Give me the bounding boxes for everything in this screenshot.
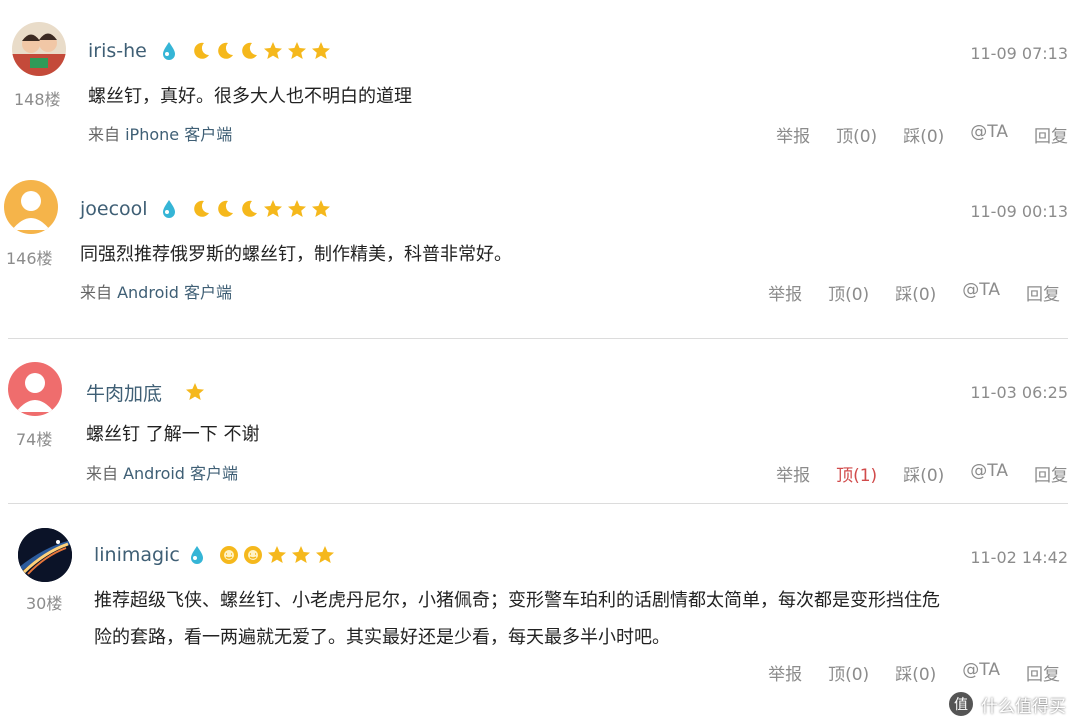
timestamp: 11-02 14:42 (970, 548, 1068, 567)
comment-actions: 举报 顶(0) 踩(0) @TA 回复 (742, 660, 1060, 685)
drop-badge-icon (186, 544, 208, 566)
user-badges (186, 544, 336, 566)
user-badges (158, 198, 332, 220)
device-link[interactable]: iPhone 客户端 (125, 125, 232, 144)
star-badge-icon (262, 40, 284, 62)
device-link[interactable]: Android 客户端 (123, 464, 238, 483)
timestamp: 11-09 07:13 (970, 44, 1068, 63)
avatar[interactable] (4, 180, 58, 234)
watermark-logo-icon: 值 (947, 690, 975, 718)
source-prefix: 来自 (86, 464, 124, 483)
username[interactable]: linimagic (94, 544, 180, 566)
avatar[interactable] (18, 528, 72, 582)
source-prefix: 来自 (80, 283, 118, 302)
comment-actions: 举报 顶(0) 踩(0) @TA 回复 (742, 280, 1060, 305)
floor-number: 148楼 (14, 90, 61, 109)
moon-badge-icon (214, 198, 236, 220)
reply-button[interactable]: 回复 (1026, 660, 1060, 685)
drop-badge-icon (158, 198, 180, 220)
downvote-button[interactable]: 踩(0) (903, 122, 944, 147)
reply-button[interactable]: 回复 (1034, 461, 1068, 486)
avatar-photo-icon (18, 528, 72, 582)
drop-badge-icon (158, 40, 180, 62)
default-user-icon (12, 191, 50, 230)
upvote-button[interactable]: 顶(1) (836, 461, 877, 486)
mention-button[interactable]: @TA (970, 122, 1008, 147)
timestamp: 11-09 00:13 (970, 202, 1068, 221)
source-device: 来自 Android 客户端 (86, 460, 238, 484)
comment-text: 同强烈推荐俄罗斯的螺丝钉，制作精美，科普非常好。 (80, 244, 512, 265)
avatar-photo-icon (12, 22, 66, 76)
star-badge-icon (290, 544, 312, 566)
comment-text: 推荐超级飞侠、螺丝钉、小老虎丹尼尔，小猪佩奇；变形警车珀利的话剧情都太简单，每次… (94, 582, 940, 656)
username[interactable]: joecool (80, 198, 148, 220)
avatar[interactable] (12, 22, 66, 76)
comment-text-line: 险的套路，看一两遍就无爱了。其实最好还是少看，每天最多半小时吧。 (94, 627, 670, 648)
comment-text: 螺丝钉，真好。很多大人也不明白的道理 (88, 86, 412, 107)
report-button[interactable]: 举报 (768, 660, 802, 685)
floor-number: 30楼 (26, 594, 63, 613)
upvote-button[interactable]: 顶(0) (836, 122, 877, 147)
site-watermark: 值 什么值得买 (947, 690, 1066, 718)
avatar[interactable] (8, 362, 62, 416)
watermark-text: 什么值得买 (981, 696, 1066, 717)
floor-number: 74楼 (16, 430, 53, 449)
user-badges (158, 40, 332, 62)
upvote-button[interactable]: 顶(0) (828, 280, 869, 305)
report-button[interactable]: 举报 (776, 122, 810, 147)
source-device: 来自 iPhone 客户端 (88, 121, 232, 145)
device-link[interactable]: Android 客户端 (117, 283, 232, 302)
comment-text: 螺丝钉 了解一下 不谢 (86, 424, 260, 445)
moon-badge-icon (190, 198, 212, 220)
mention-button[interactable]: @TA (962, 280, 1000, 305)
mention-button[interactable]: @TA (970, 461, 1008, 486)
sun-badge-icon (242, 544, 264, 566)
reply-button[interactable]: 回复 (1034, 122, 1068, 147)
user-badges (184, 381, 206, 403)
upvote-button[interactable]: 顶(0) (828, 660, 869, 685)
star-badge-icon (184, 381, 206, 403)
moon-badge-icon (238, 198, 260, 220)
sun-badge-icon (218, 544, 240, 566)
moon-badge-icon (190, 40, 212, 62)
source-device: 来自 Android 客户端 (80, 279, 232, 303)
divider (8, 503, 1068, 504)
report-button[interactable]: 举报 (776, 461, 810, 486)
comment-actions: 举报 顶(1) 踩(0) @TA 回复 (750, 461, 1068, 486)
reply-button[interactable]: 回复 (1026, 280, 1060, 305)
comment-actions: 举报 顶(0) 踩(0) @TA 回复 (750, 122, 1068, 147)
moon-badge-icon (238, 40, 260, 62)
moon-badge-icon (214, 40, 236, 62)
divider (8, 338, 1068, 339)
username[interactable]: 牛肉加底 (86, 379, 162, 406)
star-badge-icon (266, 544, 288, 566)
downvote-button[interactable]: 踩(0) (895, 660, 936, 685)
star-badge-icon (310, 40, 332, 62)
downvote-button[interactable]: 踩(0) (903, 461, 944, 486)
star-badge-icon (286, 40, 308, 62)
floor-number: 146楼 (6, 249, 53, 268)
username[interactable]: iris-he (88, 40, 147, 62)
report-button[interactable]: 举报 (768, 280, 802, 305)
star-badge-icon (310, 198, 332, 220)
timestamp: 11-03 06:25 (970, 383, 1068, 402)
comment-text-line: 推荐超级飞侠、螺丝钉、小老虎丹尼尔，小猪佩奇；变形警车珀利的话剧情都太简单，每次… (94, 590, 940, 611)
star-badge-icon (314, 544, 336, 566)
downvote-button[interactable]: 踩(0) (895, 280, 936, 305)
default-user-icon (16, 373, 54, 412)
mention-button[interactable]: @TA (962, 660, 1000, 685)
source-prefix: 来自 (88, 125, 126, 144)
star-badge-icon (286, 198, 308, 220)
star-badge-icon (262, 198, 284, 220)
